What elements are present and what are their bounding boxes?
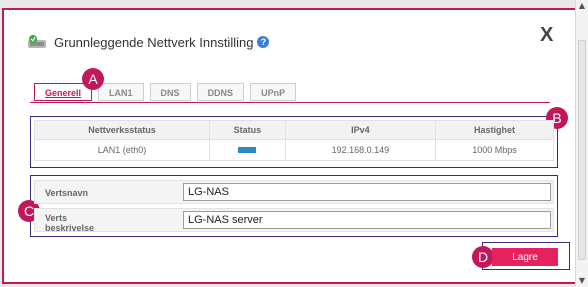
dialog-title: Grunnleggende Nettverk Innstilling <box>54 34 254 50</box>
close-icon[interactable]: X <box>540 24 553 47</box>
help-icon[interactable]: ? <box>257 36 270 48</box>
scroll-down-icon[interactable]: ▼ <box>576 275 588 287</box>
cell-speed: 1000 Mbps <box>435 139 554 161</box>
annotation-a: A <box>82 68 104 90</box>
scroll-thumb[interactable] <box>578 40 586 260</box>
save-button[interactable]: Lagre <box>492 248 558 266</box>
tab-lan1[interactable]: LAN1 <box>98 83 144 101</box>
hostname-input[interactable] <box>183 183 551 201</box>
status-indicator <box>238 147 257 153</box>
description-label-line1: Verts <box>45 213 68 223</box>
tab-underline <box>30 102 550 103</box>
cell-interface: LAN1 (eth0) <box>33 139 211 161</box>
description-row: Verts beskrivelse <box>34 208 554 233</box>
network-drive-icon <box>26 33 48 51</box>
description-label: Verts beskrivelse <box>45 213 94 233</box>
app-frame: ▲ ▼ Grunnleggende Nettverk Innstilling ?… <box>0 0 588 287</box>
header-ipv4: IPv4 <box>284 120 437 140</box>
tab-ddns[interactable]: DDNS <box>196 83 245 101</box>
header-network-status: Nettverksstatus <box>33 120 211 140</box>
dialog-header: Grunnleggende Nettverk Innstilling ? <box>26 30 270 54</box>
tab-bar: Generell LAN1 DNS DDNS UPnP <box>34 83 297 101</box>
hostname-row: Vertsnavn <box>34 180 554 204</box>
table-header-row: Nettverksstatus Status IPv4 Hastighet <box>33 120 554 140</box>
table-row: LAN1 (eth0) 192.168.0.149 1000 Mbps <box>33 139 554 161</box>
header-speed: Hastighet <box>435 120 554 140</box>
cell-ipv4: 192.168.0.149 <box>284 139 437 161</box>
vertical-scrollbar[interactable]: ▲ ▼ <box>575 0 588 287</box>
description-input[interactable] <box>183 211 551 229</box>
description-label-line2: beskrivelse <box>45 223 95 233</box>
header-status: Status <box>209 120 286 140</box>
annotation-d: D <box>472 246 494 268</box>
network-status-table: Nettverksstatus Status IPv4 Hastighet LA… <box>33 120 554 161</box>
cell-status <box>209 139 286 161</box>
scroll-up-icon[interactable]: ▲ <box>576 0 588 12</box>
hostname-label: Vertsnavn <box>45 188 89 198</box>
tab-upnp[interactable]: UPnP <box>250 83 297 101</box>
tab-dns[interactable]: DNS <box>149 83 191 101</box>
